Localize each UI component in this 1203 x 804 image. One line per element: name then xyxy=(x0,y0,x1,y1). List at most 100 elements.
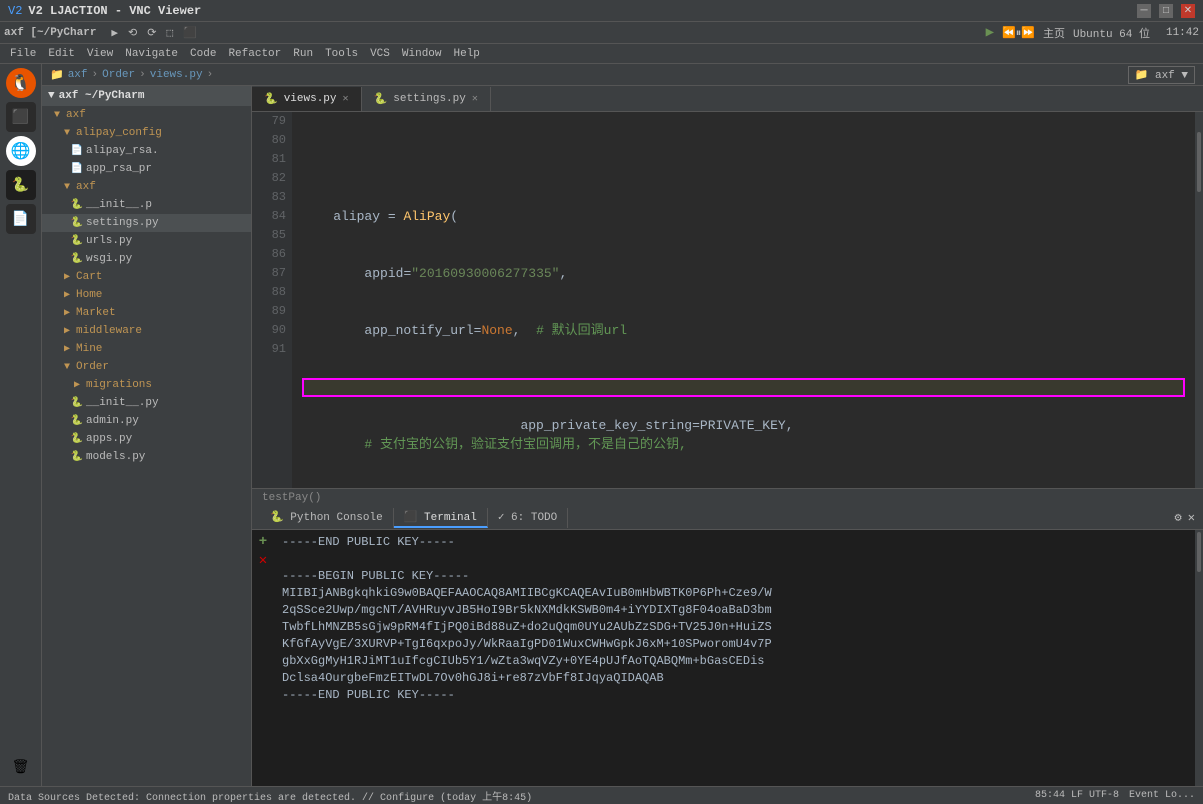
ide-menu-item-vcs[interactable]: VCS xyxy=(364,47,396,61)
toolbar-icon-5[interactable]: ⬛ xyxy=(180,25,200,41)
sidebar-item-mine[interactable]: ▶ Mine xyxy=(42,340,251,358)
sidebar-label-models: models.py xyxy=(86,451,145,463)
tab-settings-icon: 🐍 xyxy=(374,92,388,106)
tab-todo[interactable]: ✓ 6: TODO xyxy=(488,508,568,528)
sidebar-item-apps[interactable]: 🐍 apps.py xyxy=(42,430,251,448)
breadcrumb-order[interactable]: Order xyxy=(102,69,135,81)
sidebar-label-alipay-config: alipay_config xyxy=(76,127,162,139)
sidebar-label-init: __init__.p xyxy=(86,199,152,211)
sidebar-item-middleware[interactable]: ▶ middleware xyxy=(42,322,251,340)
toolbar-icon-1[interactable]: ▶ xyxy=(108,25,121,41)
terminal-gear-icon[interactable]: ⚙ xyxy=(1175,510,1182,525)
ide-menu-item-view[interactable]: View xyxy=(81,47,119,61)
toolbar-icon-4[interactable]: ⬚ xyxy=(163,25,176,41)
ide-menu-item-file[interactable]: File xyxy=(4,47,42,61)
terminal-add-icon[interactable]: + xyxy=(259,534,267,550)
sidebar-label-wsgi: wsgi.py xyxy=(86,253,132,265)
tab-settings-close[interactable]: ✕ xyxy=(472,93,478,105)
tab-settings[interactable]: 🐍 settings.py ✕ xyxy=(362,87,491,111)
title-left: V2 V2 LJACTION - VNC Viewer xyxy=(8,4,201,18)
sidebar-item-settings[interactable]: 🐍 settings.py xyxy=(42,214,251,232)
ide-menu-item-window[interactable]: Window xyxy=(396,47,448,61)
code-and-terminal: 🐍 views.py ✕ 🐍 settings.py ✕ xyxy=(252,86,1203,786)
sidebar-item-models[interactable]: 🐍 models.py xyxy=(42,448,251,466)
ubuntu-icon[interactable]: 🐧 xyxy=(6,68,36,98)
terminal-line-3: -----BEGIN PUBLIC KEY----- xyxy=(282,568,1187,585)
minimize-button[interactable]: ─ xyxy=(1137,4,1151,18)
tab-views-close[interactable]: ✕ xyxy=(343,93,349,105)
toolbar-icon-2[interactable]: ⟲ xyxy=(125,25,140,41)
pycharm-icon[interactable]: 🐍 xyxy=(6,170,36,200)
files-icon[interactable]: 📄 xyxy=(6,204,36,234)
function-breadcrumb: testPay() xyxy=(252,488,1203,506)
toolbar-icon-3[interactable]: ⟳ xyxy=(144,25,159,41)
ide-menu-item-run[interactable]: Run xyxy=(287,47,319,61)
sidebar-item-alipay-rsa[interactable]: 📄 alipay_rsa. xyxy=(42,142,251,160)
sidebar-item-order[interactable]: ▼ Order xyxy=(42,358,251,376)
sidebar-item-wsgi[interactable]: 🐍 wsgi.py xyxy=(42,250,251,268)
file-icon-app-rsa: 📄 xyxy=(70,163,84,175)
code-content[interactable]: 79 80 81 82 83 84 85 86 87 88 xyxy=(252,112,1203,488)
sidebar-label-axf2: axf xyxy=(76,181,96,193)
terminal-line-1: -----END PUBLIC KEY----- xyxy=(282,534,1187,551)
close-button[interactable]: ✕ xyxy=(1181,4,1195,18)
ide-menu-item-edit[interactable]: Edit xyxy=(42,47,80,61)
project-collapse-icon: ▼ xyxy=(48,90,55,102)
terminal-icon[interactable]: ⬛ xyxy=(6,102,36,132)
status-message: Data Sources Detected: Connection proper… xyxy=(8,788,532,804)
trash-icon[interactable]: 🗑 xyxy=(6,752,36,782)
vnc-menu-bar: axf [~/PyCharr ▶ ⟲ ⟳ ⬚ ⬛ ▶ ⏪⏸⏩ 主页 Ubuntu… xyxy=(0,22,1203,44)
project-sidebar: ▼ axf ~/PyCharm ▼ axf ▼ alipay_config 📄 xyxy=(42,86,252,786)
terminal-scrollbar[interactable] xyxy=(1195,530,1203,786)
code-line-79 xyxy=(302,150,1185,169)
tab-views[interactable]: 🐍 views.py ✕ xyxy=(252,87,362,111)
sidebar-item-migrations[interactable]: ▶ migrations xyxy=(42,376,251,394)
project-header[interactable]: ▼ axf ~/PyCharm xyxy=(42,86,251,106)
terminal-close-icon[interactable]: ✕ xyxy=(1188,510,1195,525)
ide-breadcrumb: 📁 axf › Order › views.py › 📁 axf ▼ xyxy=(42,64,1203,86)
ide-menu-item-code[interactable]: Code xyxy=(184,47,222,61)
sidebar-item-admin[interactable]: 🐍 admin.py xyxy=(42,412,251,430)
terminal-line-8: gbXxGgMyH1RJiMT1uIfcgCIUb5Y1/wZta3wqVZy+… xyxy=(282,653,1187,670)
main-label: 主页 xyxy=(1043,25,1065,41)
code-editor: 🐍 views.py ✕ 🐍 settings.py ✕ xyxy=(252,86,1203,506)
sidebar-item-axf2[interactable]: ▼ axf xyxy=(42,178,251,196)
sidebar-item-init[interactable]: 🐍 __init__.p xyxy=(42,196,251,214)
sidebar-item-axf[interactable]: ▼ axf xyxy=(42,106,251,124)
sidebar-item-alipay-config[interactable]: ▼ alipay_config xyxy=(42,124,251,142)
project-title: axf ~/PyCharm xyxy=(59,90,145,102)
terminal-line-9: Dclsa4OurgbeFmzEITwDL7Ov0hGJ8i+re87zVbFf… xyxy=(282,670,1187,687)
status-event-log[interactable]: Event Lo... xyxy=(1129,790,1195,801)
project-selector[interactable]: 📁 axf ▼ xyxy=(1128,66,1195,84)
sidebar-item-market[interactable]: ▶ Market xyxy=(42,304,251,322)
breadcrumb-axf-label[interactable]: axf xyxy=(68,69,88,81)
tab-python-console[interactable]: 🐍 Python Console xyxy=(260,508,394,528)
sidebar-item-home[interactable]: ▶ Home xyxy=(42,286,251,304)
vertical-scrollbar[interactable] xyxy=(1195,112,1203,488)
time-display: 11:42 xyxy=(1166,27,1199,39)
ide-menu-item-navigate[interactable]: Navigate xyxy=(119,47,184,61)
window-title: V2 LJACTION - VNC Viewer xyxy=(28,4,201,18)
ide-menu-item-tools[interactable]: Tools xyxy=(319,47,364,61)
ide-menu-item-help[interactable]: Help xyxy=(448,47,486,61)
toolbar-run-icon[interactable]: ▶ xyxy=(986,24,994,41)
breadcrumb-axf: 📁 xyxy=(50,68,64,82)
chrome-icon[interactable]: 🌐 xyxy=(6,136,36,166)
sidebar-label-axf: axf xyxy=(66,109,86,121)
status-bar: Data Sources Detected: Connection proper… xyxy=(0,786,1203,804)
line-numbers: 79 80 81 82 83 84 85 86 87 88 xyxy=(252,112,292,488)
ubuntu-label: Ubuntu 64 位 xyxy=(1073,25,1150,41)
sidebar-item-order-init[interactable]: 🐍 __init__.py xyxy=(42,394,251,412)
sidebar-item-cart[interactable]: ▶ Cart xyxy=(42,268,251,286)
sidebar-item-app-rsa[interactable]: 📄 app_rsa_pr xyxy=(42,160,251,178)
terminal-tabs: 🐍 Python Console ⬛ Terminal ✓ 6: TODO xyxy=(260,508,568,528)
maximize-button[interactable]: □ xyxy=(1159,4,1173,18)
folder-icon-mine: ▶ xyxy=(60,343,74,355)
sidebar-item-urls[interactable]: 🐍 urls.py xyxy=(42,232,251,250)
tab-terminal[interactable]: ⬛ Terminal xyxy=(394,508,488,528)
file-icon-alipay-rsa: 📄 xyxy=(70,145,84,157)
py-icon-order-init: 🐍 xyxy=(70,397,84,409)
ide-menu-item-refactor[interactable]: Refactor xyxy=(222,47,287,61)
sidebar-label-urls: urls.py xyxy=(86,235,132,247)
breadcrumb-views[interactable]: views.py xyxy=(150,69,203,81)
